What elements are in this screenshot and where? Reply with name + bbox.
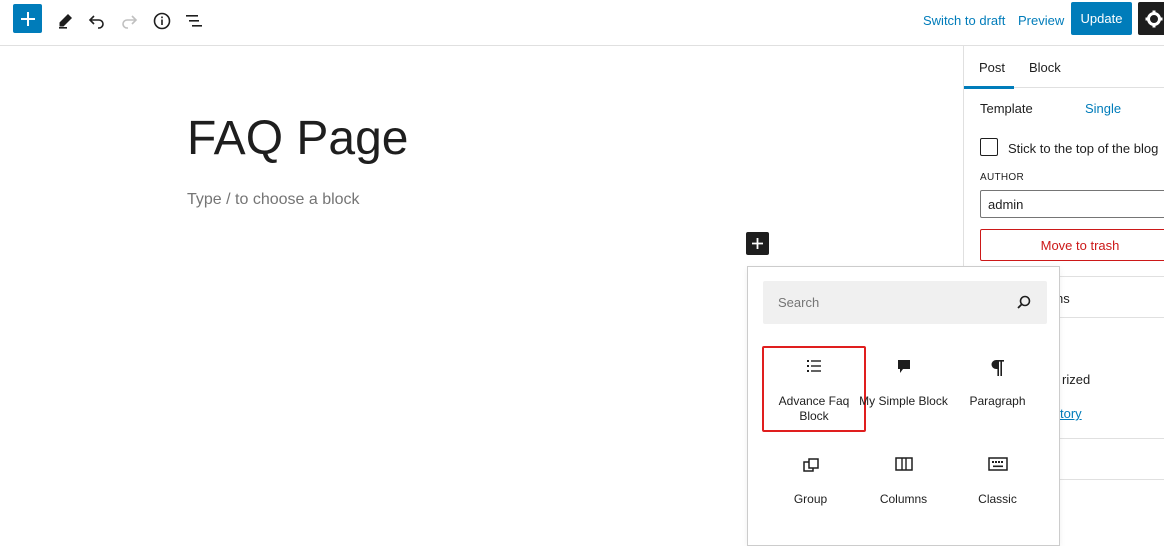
details-button[interactable]	[147, 6, 177, 36]
author-select[interactable]: admin	[980, 190, 1164, 218]
active-tab-indicator	[964, 86, 1014, 89]
undo-icon	[88, 15, 104, 29]
pencil-icon	[59, 14, 72, 29]
list-view-button[interactable]	[180, 6, 210, 36]
info-icon	[153, 12, 171, 30]
speech-bubble-icon	[853, 359, 954, 381]
tab-block[interactable]: Block	[1029, 60, 1061, 75]
post-title[interactable]: FAQ Page	[187, 111, 408, 166]
list-icon	[764, 359, 864, 381]
sidebar-tabs: Post Block	[964, 46, 1164, 89]
block-label: My Simple Block	[859, 394, 948, 408]
block-inserter-popover: Advance Faq Block My Simple Block Paragr…	[747, 266, 1060, 546]
update-button[interactable]: Update	[1071, 2, 1132, 35]
settings-button[interactable]	[1138, 2, 1164, 35]
block-label: Advance Faq Block	[778, 394, 850, 423]
block-columns[interactable]: Columns	[853, 446, 954, 530]
group-icon	[760, 457, 861, 479]
block-paragraph[interactable]: Paragraph	[947, 348, 1048, 432]
sticky-checkbox[interactable]	[980, 138, 998, 156]
block-classic[interactable]: Classic	[947, 446, 1048, 530]
list-view-icon	[186, 15, 202, 27]
block-my-simple[interactable]: My Simple Block	[853, 348, 954, 432]
template-label: Template	[980, 101, 1033, 116]
keyboard-icon	[947, 457, 1048, 479]
block-label: Classic	[978, 492, 1017, 506]
author-label: AUTHOR	[980, 172, 1025, 183]
sticky-label: Stick to the top of the blog	[1008, 141, 1159, 156]
add-block-button[interactable]	[13, 4, 42, 33]
columns-icon	[853, 457, 954, 479]
template-value-link[interactable]: Single	[1085, 101, 1121, 116]
plus-icon	[20, 11, 35, 26]
paragraph-icon	[947, 359, 1048, 381]
block-label: Columns	[879, 492, 928, 506]
search-icon[interactable]	[1016, 294, 1032, 315]
tools-button[interactable]	[50, 6, 80, 36]
preview-link[interactable]: Preview	[1018, 13, 1064, 28]
switch-to-draft-link[interactable]: Switch to draft	[923, 13, 1005, 28]
block-search	[763, 281, 1047, 324]
block-placeholder[interactable]: Type / to choose a block	[187, 191, 360, 209]
block-group[interactable]: Group	[760, 446, 861, 530]
undo-button[interactable]	[82, 6, 112, 36]
plus-icon	[752, 238, 763, 249]
block-label: Group	[793, 492, 828, 506]
redo-icon	[122, 15, 138, 29]
category-partial: rized	[1062, 372, 1091, 387]
block-label: Paragraph	[969, 394, 1026, 408]
add-category-link-partial[interactable]: tory	[1060, 406, 1082, 421]
tab-post[interactable]: Post	[979, 60, 1005, 75]
gear-icon	[1145, 10, 1163, 27]
move-to-trash-button[interactable]: Move to trash	[980, 229, 1164, 261]
editor-top-toolbar: Switch to draft Preview Update	[0, 0, 1164, 46]
block-advance-faq[interactable]: Advance Faq Block	[762, 346, 866, 432]
inline-add-block-button[interactable]	[746, 232, 769, 255]
block-search-input[interactable]	[778, 295, 998, 310]
redo-button[interactable]	[114, 6, 144, 36]
